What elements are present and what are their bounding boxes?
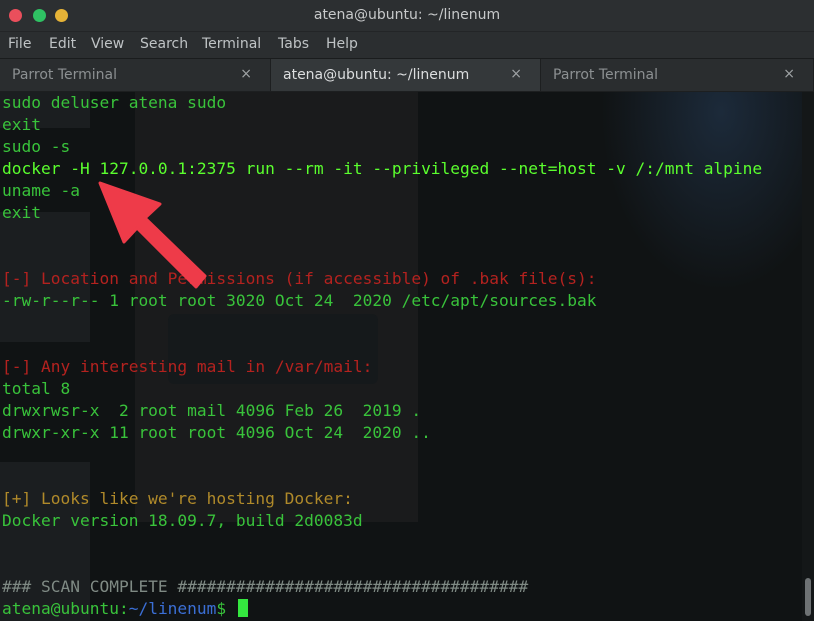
prompt-line[interactable]: atena@ubuntu:~/linenum$ — [2, 598, 248, 620]
tab-label: atena@ubuntu: ~/linenum — [283, 67, 470, 83]
terminal-line: Docker version 18.09.7, build 2d0083d — [2, 511, 363, 530]
menu-search[interactable]: Search — [140, 36, 188, 52]
cursor — [237, 599, 248, 617]
menu-help[interactable]: Help — [326, 36, 358, 52]
terminal-line: exit — [2, 115, 41, 134]
menu-bar: File Edit View Search Terminal Tabs Help — [0, 32, 814, 58]
tab-close-icon[interactable]: × — [240, 66, 252, 82]
terminal-line: -rw-r--r-- 1 root root 3020 Oct 24 2020 … — [2, 291, 597, 310]
terminal-line-highlighted: docker -H 127.0.0.1:2375 run --rm -it --… — [2, 159, 763, 178]
terminal-section-header: [+] Looks like we're hosting Docker: — [2, 489, 353, 508]
tab-parrot-terminal-2[interactable]: Parrot Terminal × — [541, 59, 814, 91]
prompt-symbol: $ — [216, 599, 236, 618]
terminal-section-header: [-] Location and Permissions (if accessi… — [2, 269, 597, 288]
scrollbar-thumb[interactable] — [805, 578, 811, 616]
tab-atena-linenum[interactable]: atena@ubuntu: ~/linenum × — [271, 59, 541, 91]
tab-label: Parrot Terminal — [12, 67, 118, 83]
window-title: atena@ubuntu: ~/linenum — [313, 7, 501, 23]
background-glow — [600, 92, 802, 292]
title-bar: atena@ubuntu: ~/linenum — [0, 0, 814, 32]
menu-edit[interactable]: Edit — [49, 36, 76, 52]
scan-complete-line: ### SCAN COMPLETE ######################… — [2, 577, 529, 596]
menu-tabs[interactable]: Tabs — [278, 36, 309, 52]
tab-parrot-terminal-1[interactable]: Parrot Terminal × — [0, 59, 271, 91]
terminal-section-header: [-] Any interesting mail in /var/mail: — [2, 357, 373, 376]
terminal-line: sudo deluser atena sudo — [2, 93, 227, 112]
terminal-line: uname -a — [2, 181, 80, 200]
tab-label: Parrot Terminal — [553, 67, 659, 83]
menu-terminal[interactable]: Terminal — [202, 36, 261, 52]
tab-close-icon[interactable]: × — [510, 66, 522, 82]
terminal-line: drwxr-xr-x 11 root root 4096 Oct 24 2020… — [2, 423, 431, 442]
prompt-path: ~/linenum — [128, 599, 217, 618]
menu-view[interactable]: View — [91, 36, 124, 52]
menu-file[interactable]: File — [8, 36, 31, 52]
terminal-line: total 8 — [2, 379, 71, 398]
terminal-output[interactable]: sudo deluser atena sudo exit sudo -s doc… — [0, 92, 802, 621]
tab-close-icon[interactable]: × — [783, 66, 795, 82]
terminal-line: drwxrwsr-x 2 root mail 4096 Feb 26 2019 … — [2, 401, 422, 420]
terminal-scrollbar[interactable] — [802, 92, 814, 621]
prompt-user: atena@ubuntu: — [2, 599, 129, 618]
terminal-line: sudo -s — [2, 137, 71, 156]
tab-bar: Parrot Terminal × atena@ubuntu: ~/linenu… — [0, 59, 814, 92]
terminal-line: exit — [2, 203, 41, 222]
